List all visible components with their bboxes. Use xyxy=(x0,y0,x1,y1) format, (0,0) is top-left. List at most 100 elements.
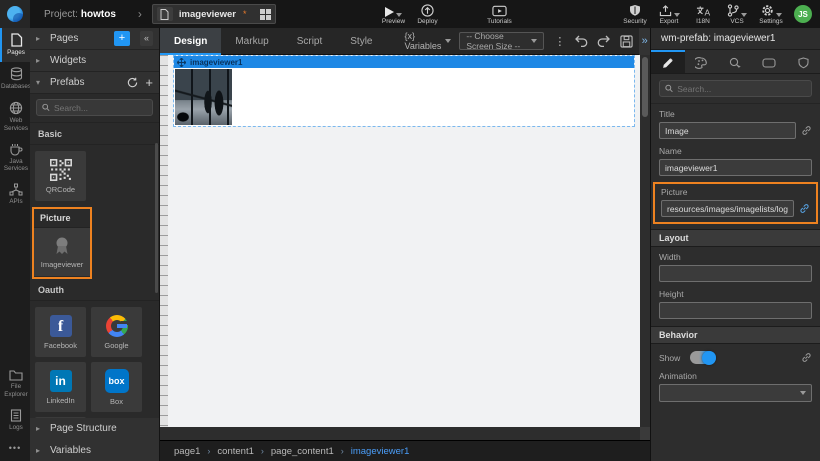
section-prefabs[interactable]: ▾ Prefabs + xyxy=(30,72,159,94)
qrcode-icon xyxy=(50,159,72,181)
tab-styles[interactable] xyxy=(685,50,719,73)
add-prefab-icon[interactable]: + xyxy=(145,78,153,88)
tab-markup[interactable]: Markup xyxy=(221,28,282,55)
breadcrumb-item[interactable]: page_content1 xyxy=(271,446,334,457)
bind-link-icon[interactable] xyxy=(801,125,812,136)
title-label: Title xyxy=(659,109,812,119)
breadcrumb-item[interactable]: page1 xyxy=(174,446,200,457)
section-widgets[interactable]: ▸ Widgets xyxy=(30,50,159,72)
deploy-button[interactable]: Deploy xyxy=(410,0,444,28)
vcs-button[interactable]: VCS xyxy=(720,0,754,28)
bind-link-icon[interactable] xyxy=(799,203,810,214)
canvas-vertical-scrollbar[interactable] xyxy=(640,55,650,427)
animation-label: Animation xyxy=(659,371,812,381)
width-input[interactable] xyxy=(659,265,812,282)
play-icon xyxy=(385,7,394,17)
prefab-tile-imageviewer[interactable]: Imageviewer xyxy=(34,228,90,276)
rail-item-logs[interactable]: Logs xyxy=(0,404,30,437)
prefab-tile-linkedin[interactable]: in LinkedIn xyxy=(35,362,86,412)
tab-design[interactable]: Design xyxy=(160,28,221,55)
tab-properties[interactable] xyxy=(651,50,685,73)
screen-size-select[interactable]: -- Choose Screen Size -- xyxy=(459,32,544,50)
collapse-panel-button[interactable]: « xyxy=(140,31,153,46)
bind-link-icon[interactable] xyxy=(801,352,812,363)
refresh-icon[interactable] xyxy=(127,77,138,88)
settings-button[interactable]: Settings xyxy=(754,0,788,28)
breadcrumb-item-active[interactable]: imageviewer1 xyxy=(351,446,410,457)
picture-input[interactable] xyxy=(661,200,794,217)
show-label: Show xyxy=(659,353,680,363)
tab-security[interactable] xyxy=(786,50,820,73)
i18n-button[interactable]: A I18N xyxy=(686,0,720,28)
expanded-arrow-icon: ▾ xyxy=(36,78,44,87)
prefab-tile-qrcode[interactable]: QRCode xyxy=(35,151,86,201)
rail-item-web-services[interactable]: Web Services xyxy=(0,96,30,137)
widget-image[interactable] xyxy=(175,69,232,125)
animation-select[interactable] xyxy=(659,384,812,402)
prefab-tile-facebook[interactable]: f Facebook xyxy=(35,307,86,357)
shield-icon xyxy=(629,4,641,17)
tutorials-button[interactable]: Tutorials xyxy=(482,0,516,28)
rail-item-file-explorer[interactable]: File Explorer xyxy=(0,364,30,403)
prefab-search-input[interactable] xyxy=(54,103,147,113)
tab-script[interactable]: Script xyxy=(283,28,337,55)
unsaved-marker: * xyxy=(243,9,247,19)
add-page-button[interactable]: + xyxy=(114,31,130,46)
name-input[interactable] xyxy=(659,159,812,176)
picture-field-highlight: Picture xyxy=(653,182,818,224)
pages-grid-icon[interactable] xyxy=(260,9,271,20)
page-canvas[interactable]: imageviewer1 xyxy=(168,55,640,427)
canvas-horizontal-scrollbar[interactable] xyxy=(160,427,640,440)
variables-dropdown[interactable]: {x} Variables xyxy=(405,31,452,51)
user-avatar[interactable]: JS xyxy=(794,5,812,23)
preview-button[interactable]: Preview xyxy=(376,0,410,28)
show-toggle[interactable] xyxy=(690,351,716,364)
left-panel-scrollbar[interactable] xyxy=(155,143,158,293)
tab-style[interactable]: Style xyxy=(336,28,386,55)
tab-inspect[interactable] xyxy=(719,50,753,73)
widget-selection-bar[interactable]: imageviewer1 xyxy=(174,56,634,68)
title-input[interactable] xyxy=(659,122,796,139)
height-input[interactable] xyxy=(659,302,812,319)
deploy-icon xyxy=(421,4,434,17)
rail-item-java-services[interactable]: Java Services xyxy=(0,138,30,178)
property-search-input[interactable] xyxy=(677,84,806,94)
expand-right-panel-button[interactable]: » xyxy=(639,28,650,55)
export-icon xyxy=(659,4,672,17)
project-name[interactable]: howtos xyxy=(81,9,116,20)
wavemaker-logo[interactable] xyxy=(0,0,30,28)
more-options-icon[interactable]: ⋮ xyxy=(554,35,565,48)
redo-icon[interactable] xyxy=(597,35,611,47)
prefab-tile-box[interactable]: box Box xyxy=(91,362,142,412)
export-button[interactable]: Export xyxy=(652,0,686,28)
tab-device[interactable] xyxy=(752,50,786,73)
canvas-toolbar: Design Markup Script Style {x} Variables… xyxy=(160,28,650,55)
page-selector[interactable]: imageviewer * xyxy=(152,4,277,24)
rail-more-button[interactable]: ••• xyxy=(0,437,30,461)
rail-item-apis[interactable]: APIs xyxy=(0,178,30,211)
left-panel: ▸ Pages + « ▸ Widgets ▾ Prefabs + Basic xyxy=(30,28,160,461)
prefab-tile-google[interactable]: Google xyxy=(91,307,142,357)
undo-icon[interactable] xyxy=(574,35,588,47)
breadcrumb-item[interactable]: content1 xyxy=(217,446,253,457)
save-icon[interactable] xyxy=(620,35,633,48)
imageviewer-widget[interactable]: imageviewer1 xyxy=(174,56,634,126)
rail-item-pages[interactable]: Pages xyxy=(0,28,30,62)
section-pages[interactable]: ▸ Pages + « xyxy=(30,28,159,50)
chevron-down-icon xyxy=(741,13,747,17)
globe-icon xyxy=(9,101,23,115)
chevron-down-icon xyxy=(396,13,402,17)
database-icon xyxy=(10,67,23,81)
google-icon xyxy=(106,315,128,337)
property-search[interactable] xyxy=(659,80,812,97)
section-variables[interactable]: ▸ Variables xyxy=(30,439,159,461)
security-button[interactable]: Security xyxy=(618,0,652,28)
design-canvas[interactable]: imageviewer1 xyxy=(160,55,650,440)
prefab-search[interactable] xyxy=(36,99,153,116)
breadcrumb-chevron: › xyxy=(138,7,142,21)
rail-item-databases[interactable]: Databases xyxy=(0,62,30,96)
widget-name-label: imageviewer1 xyxy=(190,58,242,67)
collapsed-arrow-icon: ▸ xyxy=(36,34,44,43)
linkedin-icon: in xyxy=(50,370,72,392)
section-page-structure[interactable]: ▸ Page Structure xyxy=(30,418,159,440)
